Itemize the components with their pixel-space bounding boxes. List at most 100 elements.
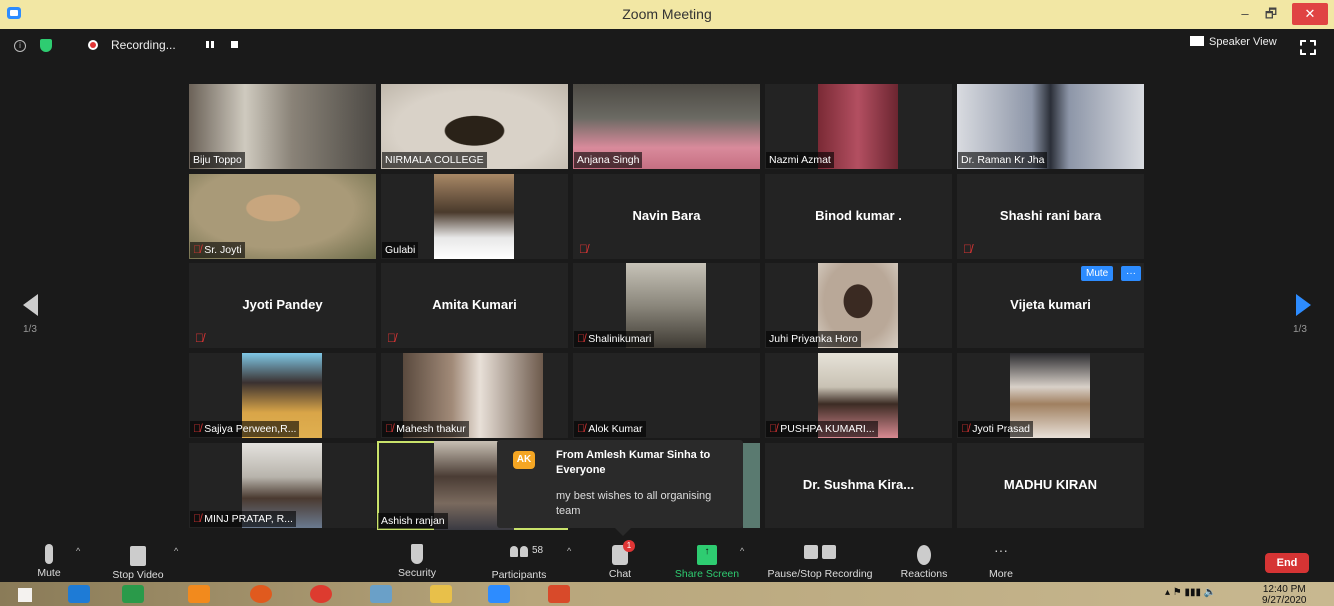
participant-tile[interactable]: Anjana Singh [573, 84, 760, 169]
previous-page-arrow[interactable] [23, 294, 38, 316]
stop-recording-icon[interactable] [231, 41, 238, 48]
pause-recording-icon[interactable] [205, 40, 215, 50]
participant-tile[interactable]: Shashi rani bara 🎙̸ [957, 174, 1144, 259]
participant-name: Jyoti Pandey [242, 297, 323, 312]
chat-icon: 1 [612, 540, 635, 565]
participant-tile[interactable]: Binod kumar . [765, 174, 952, 259]
participant-tile[interactable]: 🎙̸ MINJ PRATAP, R... [189, 443, 376, 528]
participant-name: Binod kumar . [815, 208, 902, 223]
chat-notification[interactable]: AK From Amlesh Kumar Sinha to Everyone m… [497, 440, 743, 536]
reactions-emoji-icon [917, 545, 931, 565]
more-options-button[interactable]: ··· [1121, 266, 1141, 281]
encryption-shield-icon[interactable] [40, 39, 52, 52]
participant-count: 58 [532, 545, 544, 556]
fullscreen-icon[interactable] [1300, 40, 1316, 55]
participant-name-label: 🎙̸ Shalinikumari [574, 331, 655, 347]
participant-tile[interactable]: 🎙̸ Shalinikumari [573, 263, 760, 348]
presentation-app-icon[interactable] [548, 585, 570, 603]
file-explorer-icon[interactable] [430, 585, 452, 603]
reactions-button[interactable]: Reactions [896, 542, 952, 580]
participant-tile[interactable]: Gulabi [381, 174, 568, 259]
security-label: Security [398, 567, 436, 579]
participant-name-label: 🎙̸ Sajiya Perween,R... [190, 421, 300, 437]
stop-video-label: Stop Video [112, 569, 164, 581]
stop-video-button[interactable]: Stop Video [105, 542, 171, 581]
chrome-icon[interactable] [310, 585, 332, 603]
minimize-button[interactable]: – [1236, 3, 1254, 25]
close-button[interactable]: ✕ [1292, 3, 1328, 25]
participant-tile[interactable]: 🎙̸ Mahesh thakur [381, 353, 568, 438]
paint-icon[interactable] [370, 585, 392, 603]
share-screen-button[interactable]: ↑ Share Screen [670, 542, 744, 580]
windows-start-icon[interactable] [18, 588, 32, 602]
participant-tile[interactable]: Navin Bara 🎙̸ [573, 174, 760, 259]
audio-options-chevron-icon[interactable]: ^ [76, 546, 80, 556]
vlc-icon[interactable] [188, 585, 210, 603]
participant-name: Mahesh thakur [396, 423, 466, 435]
system-clock[interactable]: 12:40 PM 9/27/2020 [1262, 584, 1307, 606]
mic-muted-icon: 🎙̸ [195, 331, 204, 345]
security-button[interactable]: Security [392, 542, 442, 579]
zoom-taskbar-icon[interactable] [488, 585, 510, 603]
participant-name: Jyoti Prasad [972, 423, 1031, 435]
more-label: More [989, 568, 1013, 580]
clock-date: 9/27/2020 [1262, 595, 1307, 606]
participant-name: Vijeta kumari [1010, 297, 1091, 312]
chat-label: Chat [608, 568, 632, 580]
participant-tile[interactable]: Juhi Priyanka Horo [765, 263, 952, 348]
participant-name: Anjana Singh [574, 152, 643, 168]
participant-name-label: 🎙̸ PUSHPA KUMARI... [766, 421, 878, 437]
mic-muted-icon: 🎙̸ [193, 513, 202, 525]
participant-tile[interactable]: Nazmi Azmat [765, 84, 952, 169]
participant-tile[interactable]: Dr. Raman Kr Jha [957, 84, 1144, 169]
participant-tile[interactable]: 🎙̸ Sr. Joyti [189, 174, 376, 259]
sender-avatar: AK [513, 451, 535, 469]
participant-tile[interactable]: 🎙̸ PUSHPA KUMARI... [765, 353, 952, 438]
participant-tile[interactable]: Biju Toppo [189, 84, 376, 169]
chat-button[interactable]: 1 Chat [602, 540, 638, 580]
maximize-button[interactable]: 🗗 [1262, 3, 1280, 25]
mute-participant-button[interactable]: Mute [1081, 266, 1114, 281]
participant-name: Gulabi [382, 242, 419, 258]
participant-tile[interactable]: 🎙̸ Alok Kumar [573, 353, 760, 438]
participant-tile[interactable]: 🎙̸ Jyoti Prasad [957, 353, 1144, 438]
participant-tile[interactable]: Amita Kumari 🎙̸ [381, 263, 568, 348]
clock-time: 12:40 PM [1262, 584, 1306, 595]
system-tray-icons[interactable]: ▴ ⚑ ▮▮▮ 🔈 [1165, 587, 1216, 598]
participant-tile[interactable]: Jyoti Pandey 🎙̸ [189, 263, 376, 348]
participant-name: PUSHPA KUMARI... [780, 423, 875, 435]
end-meeting-button[interactable]: End [1265, 553, 1309, 573]
speaker-view-icon [1190, 36, 1204, 46]
participant-name: Amita Kumari [432, 297, 517, 312]
info-icon[interactable]: i [14, 40, 26, 52]
participant-tile[interactable]: MADHU KIRAN [957, 443, 1144, 528]
page-indicator-left: 1/3 [23, 324, 37, 335]
meeting-topbar: i Recording... Speaker View [0, 29, 1334, 63]
more-button[interactable]: ··· More [984, 542, 1018, 580]
participant-tile[interactable]: 🎙̸ Sajiya Perween,R... [189, 353, 376, 438]
share-screen-icon: ↑ [697, 545, 717, 565]
internet-explorer-icon[interactable] [68, 585, 90, 603]
video-options-chevron-icon[interactable]: ^ [174, 546, 178, 556]
next-page-arrow[interactable] [1296, 294, 1311, 316]
mute-button[interactable]: Mute [30, 542, 68, 579]
pause-stop-recording-label: Pause/Stop Recording [767, 568, 873, 580]
participants-options-chevron-icon[interactable]: ^ [567, 546, 571, 556]
participants-button[interactable]: 58 Participants [486, 542, 552, 581]
store-icon[interactable] [122, 585, 144, 603]
participant-tile[interactable]: NIRMALA COLLEGE [381, 84, 568, 169]
mic-muted-icon: 🎙̸ [193, 423, 202, 435]
speaker-view-button[interactable]: Speaker View [1190, 36, 1277, 48]
share-options-chevron-icon[interactable]: ^ [740, 546, 744, 556]
mic-muted-icon: 🎙̸ [387, 331, 396, 345]
participants-icon: 58 [510, 545, 543, 566]
participant-name: Ashish ranjan [378, 513, 448, 529]
participant-video [743, 443, 760, 528]
firefox-icon[interactable] [250, 585, 272, 603]
participant-tile[interactable]: Mute ··· Vijeta kumari [957, 263, 1144, 348]
participant-tile[interactable]: Dr. Sushma Kira... [765, 443, 952, 528]
participants-label: Participants [491, 569, 547, 581]
participant-name: Sajiya Perween,R... [204, 423, 297, 435]
pause-stop-recording-button[interactable]: Pause/Stop Recording [760, 542, 880, 580]
participant-name: Shashi rani bara [999, 208, 1102, 223]
